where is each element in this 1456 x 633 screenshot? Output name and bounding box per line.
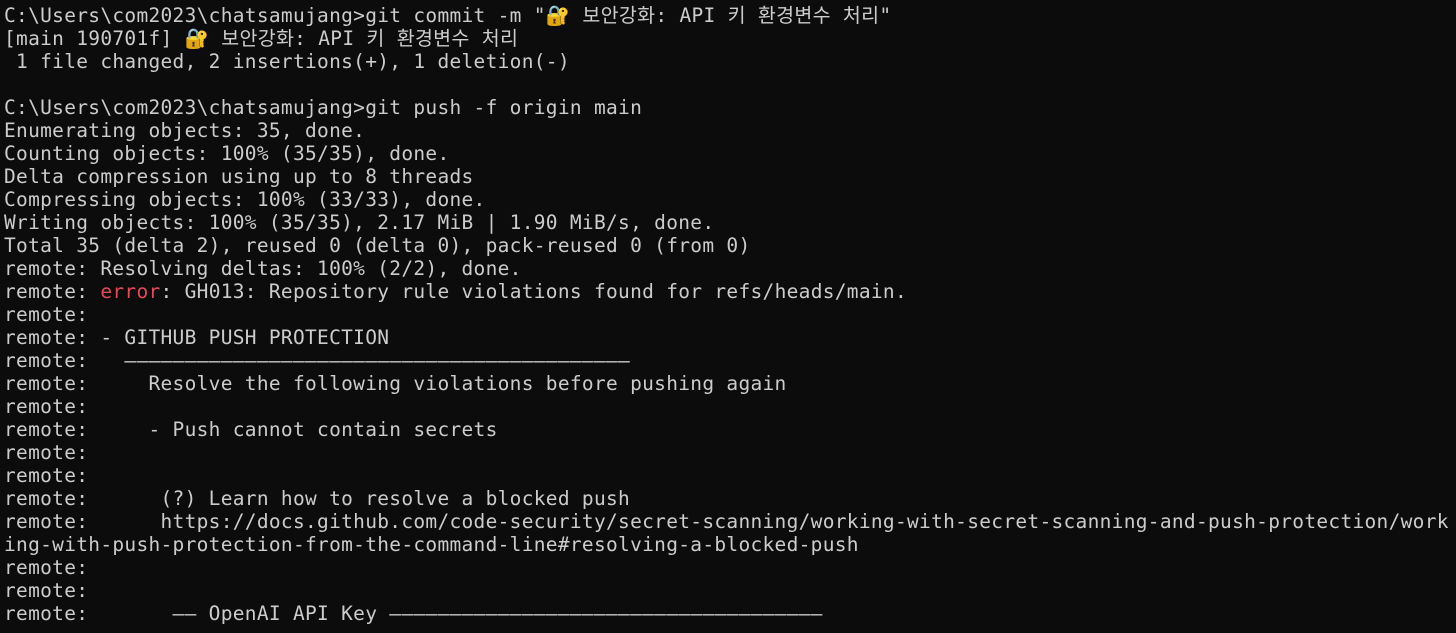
terminal-window[interactable]: C:\Users\com2023\chatsamujang>git commit… xyxy=(0,0,1456,633)
command-line-commit: C:\Users\com2023\chatsamujang>git commit… xyxy=(4,4,892,27)
output-line: Total 35 (delta 2), reused 0 (delta 0), … xyxy=(4,234,751,257)
remote-output-line: remote: (?) Learn how to resolve a block… xyxy=(4,487,631,510)
remote-prefix: remote: xyxy=(4,280,101,303)
remote-help-url-continuation: ing-with-push-protection-from-the-comman… xyxy=(4,533,859,556)
remote-output-line: remote: xyxy=(4,464,89,487)
remote-output-line: remote: ————————————————————————————————… xyxy=(4,349,631,372)
output-line: Writing objects: 100% (35/35), 2.17 MiB … xyxy=(4,211,715,234)
commit-stats-line: 1 file changed, 2 insertions(+), 1 delet… xyxy=(4,50,570,73)
remote-output-line: remote: Resolve the following violations… xyxy=(4,372,787,395)
commit-result-line: [main 190701f] 🔐 보안강화: API 키 환경변수 처리 xyxy=(4,27,519,50)
remote-output-line: remote: - Push cannot contain secrets xyxy=(4,418,498,441)
output-line: Counting objects: 100% (35/35), done. xyxy=(4,142,450,165)
command-line-push: C:\Users\com2023\chatsamujang>git push -… xyxy=(4,96,643,119)
error-label: error xyxy=(100,280,161,303)
remote-output-line: remote: xyxy=(4,556,89,579)
remote-output-line: remote: - GITHUB PUSH PROTECTION xyxy=(4,326,390,349)
remote-output-line: remote: —— OpenAI API Key ——————————————… xyxy=(4,602,823,625)
remote-output-line: remote: xyxy=(4,441,89,464)
output-line: Compressing objects: 100% (33/33), done. xyxy=(4,188,486,211)
output-line: Delta compression using up to 8 threads xyxy=(4,165,474,188)
error-message: : GH013: Repository rule violations foun… xyxy=(160,280,908,303)
output-line: Enumerating objects: 35, done. xyxy=(4,119,366,142)
remote-output-line: remote: xyxy=(4,303,89,326)
remote-help-url-line: remote: https://docs.github.com/code-sec… xyxy=(4,510,1449,533)
remote-output-line: remote: Resolving deltas: 100% (2/2), do… xyxy=(4,257,522,280)
remote-error-line: remote: error: GH013: Repository rule vi… xyxy=(4,280,1456,303)
remote-output-line: remote: xyxy=(4,395,89,418)
remote-output-line: remote: xyxy=(4,579,89,602)
